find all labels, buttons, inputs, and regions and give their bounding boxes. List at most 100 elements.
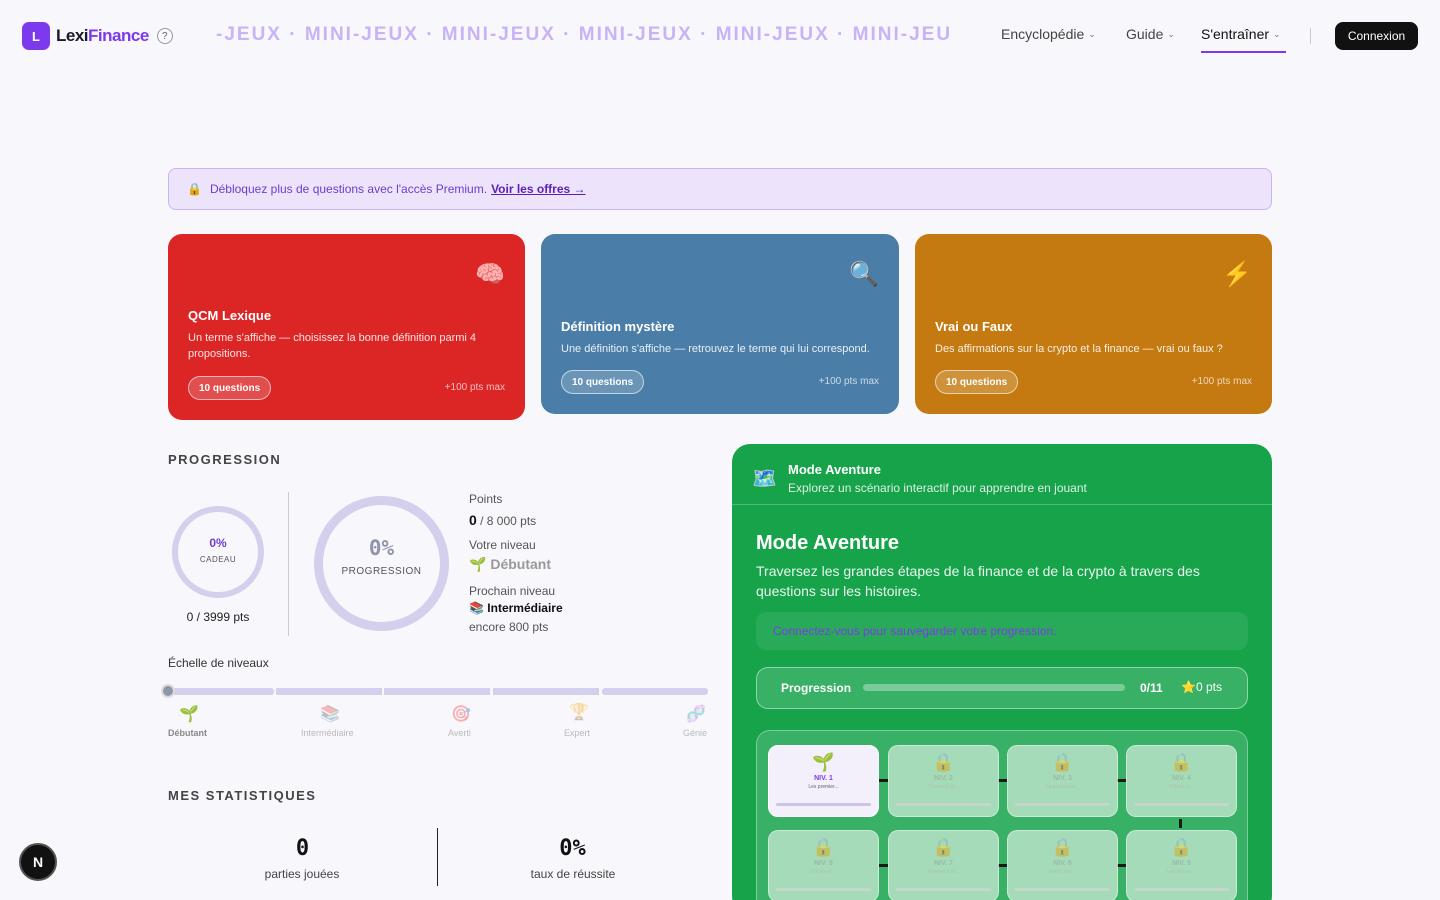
game-card-vrai-faux[interactable]: ⚡ Vrai ou Faux Des affirmations sur la c… xyxy=(915,234,1272,414)
game-title: Vrai ou Faux xyxy=(935,319,1013,334)
adventure-progress-box: Progression 0/11 ⭐0 pts xyxy=(756,667,1248,709)
next-level-remaining: encore 800 pts xyxy=(469,620,549,634)
level-map: 🌱 NIV. 1 Les premier... 🔒 NIV. 2 Premier… xyxy=(756,730,1248,900)
seedling-icon: 🌱 xyxy=(469,556,491,572)
books-icon: 📚 xyxy=(469,601,488,615)
adventure-level-tile-locked[interactable]: 🔒 NIV. 5 Les Bitcoin... xyxy=(1126,830,1237,900)
adventure-description: Traversez les grandes étapes de la finan… xyxy=(756,563,1200,599)
lock-icon: 🔒 xyxy=(1170,752,1193,772)
scale-level-label: Averti xyxy=(448,728,471,738)
questions-badge: 10 questions xyxy=(935,370,1019,394)
progression-ring xyxy=(314,496,449,631)
nav-divider xyxy=(1310,28,1311,44)
adventure-header-title: Mode Aventure xyxy=(788,462,881,477)
scale-level-label: Expert xyxy=(564,728,591,738)
lock-icon: 🔒 xyxy=(932,837,955,857)
lock-icon: 🔒 xyxy=(1170,837,1193,857)
active-tab-indicator xyxy=(1201,51,1286,53)
adventure-level-tile-locked[interactable]: 🔒 NIV. 3 La naissance... xyxy=(1007,745,1118,817)
adventure-stars: ⭐0 pts xyxy=(1181,680,1222,694)
adventure-level-tile-locked[interactable]: 🔒 NIV. 7 Ethereum et... xyxy=(888,830,999,900)
map-icon: 🗺️ xyxy=(752,468,777,490)
header-divider xyxy=(732,504,1272,505)
menu-guide[interactable]: Guide ⌄ xyxy=(1126,26,1175,42)
gift-points: 0 / 3999 pts xyxy=(186,610,250,624)
lock-icon: 🔒 xyxy=(187,182,202,196)
chevron-down-icon: ⌄ xyxy=(1088,28,1096,39)
adventure-progress-count: 0/11 xyxy=(1140,681,1163,695)
gift-percent: 0% xyxy=(209,536,227,550)
help-icon[interactable]: ? xyxy=(156,28,173,44)
target-icon: 🎯 xyxy=(451,706,471,723)
adventure-level-tile-locked[interactable]: 🔒 NIV. 4 Bitcoin et... xyxy=(1126,745,1237,817)
game-card-definition[interactable]: 🔍 Définition mystère Une définition s'af… xyxy=(541,234,899,414)
adventure-title: Mode Aventure xyxy=(756,532,899,554)
premium-banner: 🔒 Débloquez plus de questions avec l'acc… xyxy=(168,168,1272,210)
max-points: +100 pts max xyxy=(818,376,879,387)
lock-icon: 🔒 xyxy=(812,837,835,857)
success-rate-value: 0% xyxy=(559,836,586,861)
max-points: +100 pts max xyxy=(1191,376,1252,387)
brain-icon: 🧠 xyxy=(475,261,505,288)
games-played-value: 0 xyxy=(295,836,310,861)
seedling-icon: 🌱 xyxy=(812,752,835,772)
game-desc: Une définition s'affiche — retrouvez le … xyxy=(561,343,870,355)
login-button[interactable]: Connexion xyxy=(1335,22,1418,50)
brand-name: LexiFinance xyxy=(56,26,149,45)
adventure-header-subtitle: Explorez un scénario interactif pour app… xyxy=(788,481,1087,495)
books-icon: 📚 xyxy=(320,706,340,723)
lock-icon: 🔒 xyxy=(932,752,955,772)
gift-label: CADEAU xyxy=(199,555,237,564)
adventure-level-tile[interactable]: 🌱 NIV. 1 Les premier... xyxy=(768,745,879,817)
lock-icon: 🔒 xyxy=(1051,837,1074,857)
trophy-icon: 🏆 xyxy=(569,704,589,721)
top-nav: L LexiFinance ? -JEUX · MINI-JEUX · MINI… xyxy=(0,0,1440,72)
lock-icon: 🔒 xyxy=(1051,752,1074,772)
level-scale-track xyxy=(168,688,708,695)
questions-badge: 10 questions xyxy=(188,376,272,400)
points-label: Points xyxy=(469,492,503,506)
game-desc: Des affirmations sur la crypto et la fin… xyxy=(935,343,1223,355)
marquee-banner: -JEUX · MINI-JEUX · MINI-JEUX · MINI-JEU… xyxy=(216,24,951,45)
current-level: 🌱 Débutant xyxy=(469,556,551,572)
adventure-progress-label: Progression xyxy=(781,681,852,695)
menu-encyclopedie[interactable]: Encyclopédie ⌄ xyxy=(1001,26,1096,42)
progress-divider xyxy=(288,492,289,636)
connect-notice[interactable]: Connectez-vous pour sauvegarder votre pr… xyxy=(756,612,1248,650)
scale-level-label: Génie xyxy=(683,728,708,738)
scale-level-label: Débutant xyxy=(168,728,207,738)
points-value: 0 / 8 000 pts xyxy=(469,512,537,528)
scale-level-label: Intermédiaire xyxy=(301,728,354,738)
seedling-icon: 🌱 xyxy=(179,706,199,723)
progression-label: PROGRESSION xyxy=(341,566,422,577)
next-level-label: Prochain niveau xyxy=(469,584,556,598)
success-rate-label: taux de réussite xyxy=(530,867,616,881)
premium-offers-link[interactable]: Voir les offres → xyxy=(491,182,585,196)
logo-mark: L xyxy=(22,22,50,50)
magnifier-icon: 🔍 xyxy=(849,261,879,288)
premium-text: Débloquez plus de questions avec l'accès… xyxy=(209,182,488,196)
progression-percent: 0% xyxy=(368,536,395,560)
games-played-label: parties jouées xyxy=(264,867,340,881)
stats-heading: MES STATISTIQUES xyxy=(168,788,317,803)
dna-icon: 🧬 xyxy=(686,706,706,723)
chevron-down-icon: ⌄ xyxy=(1167,28,1175,39)
level-scale-knob xyxy=(161,684,175,698)
adventure-level-tile-locked[interactable]: 🔒 NIV. 6 Boom des... xyxy=(1007,830,1118,900)
scale-label: Échelle de niveaux xyxy=(168,656,269,670)
game-desc: Un terme s'affiche — choisissez la bonne… xyxy=(188,332,477,360)
stats-divider xyxy=(437,828,438,886)
next-level: 📚 Intermédiaire xyxy=(469,601,563,615)
adventure-level-tile-locked[interactable]: 🔒 NIV. 9 Bitcoin et... xyxy=(768,830,879,900)
game-title: Définition mystère xyxy=(561,319,675,334)
star-icon: ⭐ xyxy=(1181,680,1196,694)
logo[interactable]: L LexiFinance ? xyxy=(22,22,173,50)
menu-sentrainer[interactable]: S'entraîner ⌄ xyxy=(1201,26,1281,42)
next-dev-badge[interactable]: N xyxy=(19,843,57,881)
max-points: +100 pts max xyxy=(444,382,505,393)
level-label: Votre niveau xyxy=(469,538,536,552)
game-title: QCM Lexique xyxy=(188,308,272,323)
questions-badge: 10 questions xyxy=(561,370,645,394)
adventure-level-tile-locked[interactable]: 🔒 NIV. 2 Premiers te... xyxy=(888,745,999,817)
game-card-qcm[interactable]: 🧠 QCM Lexique Un terme s'affiche — chois… xyxy=(168,234,525,420)
